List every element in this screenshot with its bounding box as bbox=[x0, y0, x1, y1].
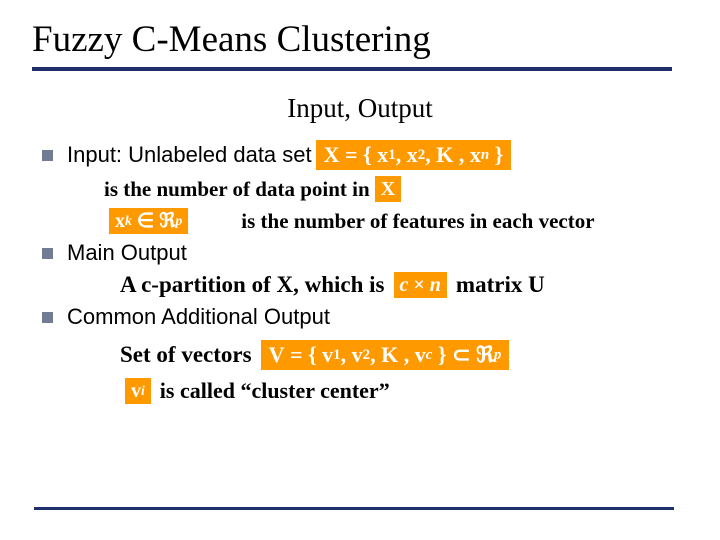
bullet-icon bbox=[42, 312, 53, 323]
math-bold-X: X bbox=[324, 143, 340, 167]
text-vi-desc: is called “cluster center” bbox=[160, 378, 390, 404]
line-partition: A c-partition of X, which is c × n matri… bbox=[120, 272, 692, 298]
slide-subtitle: Input, Output bbox=[28, 93, 692, 124]
bullet-row-additional: Common Additional Output bbox=[42, 304, 692, 330]
text-n-desc: is the number of data point in bbox=[104, 177, 370, 202]
math-vi: vi bbox=[125, 378, 151, 404]
text-vectors-label: Set of vectors bbox=[120, 342, 252, 368]
bottom-rule bbox=[34, 507, 674, 510]
line-xk: xk ∈ ℜp is the number of features in eac… bbox=[104, 208, 692, 234]
bullet-row-main-output: Main Output bbox=[42, 240, 692, 266]
text-p-desc: is the number of features in each vector bbox=[241, 209, 594, 234]
line-n-desc: is the number of data point in X bbox=[104, 176, 692, 202]
math-V-set: V = { v1, v2, K , vc } ⊂ ℜp bbox=[261, 340, 510, 370]
bullet-label-input: Input: Unlabeled data set bbox=[67, 142, 312, 168]
math-xk: xk ∈ ℜp bbox=[109, 208, 188, 234]
text-partition-after: matrix U bbox=[456, 272, 545, 298]
x-symbol-text: X bbox=[381, 178, 395, 200]
text-partition-before: A c-partition of X, which is bbox=[120, 272, 385, 298]
line-vectors: Set of vectors V = { v1, v2, K , vc } ⊂ … bbox=[120, 340, 692, 370]
math-data-set: X = { x1, x2, K , xn } bbox=[316, 140, 512, 170]
slide: Fuzzy C-Means Clustering Input, Output I… bbox=[0, 0, 720, 540]
math-X-symbol: X bbox=[375, 176, 401, 202]
bullet-icon bbox=[42, 248, 53, 259]
bullet-label-main-output: Main Output bbox=[67, 240, 187, 266]
slide-title: Fuzzy C-Means Clustering bbox=[32, 18, 692, 61]
title-rule bbox=[32, 67, 672, 71]
math-cxn: c × n bbox=[394, 272, 447, 298]
bullet-label-additional: Common Additional Output bbox=[67, 304, 330, 330]
bullet-icon bbox=[42, 150, 53, 161]
content-area: Input: Unlabeled data set X = { x1, x2, … bbox=[42, 140, 692, 404]
bullet-row-input: Input: Unlabeled data set X = { x1, x2, … bbox=[42, 140, 692, 170]
line-cluster-center: vi is called “cluster center” bbox=[120, 378, 692, 404]
